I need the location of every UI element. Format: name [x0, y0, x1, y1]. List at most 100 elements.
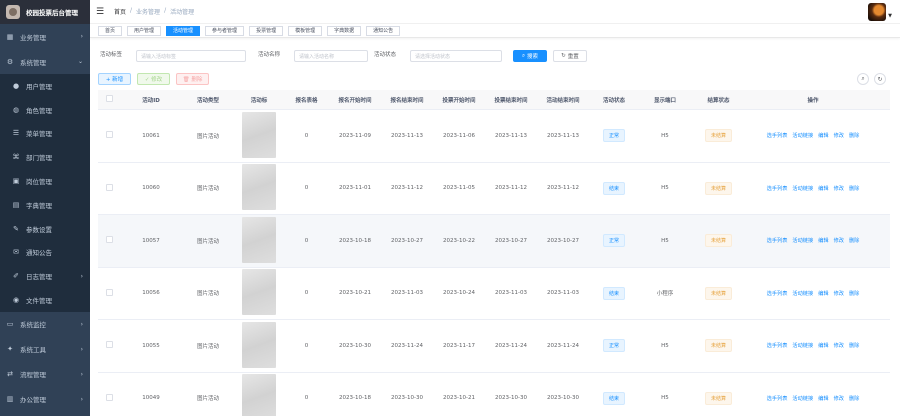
- sidebar-item[interactable]: ⇄ 流程管理 ›: [0, 362, 90, 387]
- row-checkbox[interactable]: [105, 131, 113, 139]
- row-action-link[interactable]: 选手列表: [767, 237, 788, 244]
- sidebar-item[interactable]: ⌘ 部门管理: [0, 145, 90, 170]
- row-action-link[interactable]: 活动链接: [792, 237, 813, 244]
- add-button[interactable]: + 新增: [98, 73, 131, 85]
- tag-item[interactable]: 通知公告: [366, 25, 401, 36]
- row-action-link[interactable]: 选手列表: [767, 395, 788, 402]
- activity-tag-input[interactable]: 请输入活动标签: [136, 50, 246, 62]
- row-action-link[interactable]: 删除: [849, 395, 859, 402]
- hamburger-icon[interactable]: ☰: [96, 7, 106, 17]
- table-cell[interactable]: [98, 393, 120, 403]
- table-cell: 2023-11-13: [495, 132, 527, 139]
- activity-name-input[interactable]: 请输入活动名称: [294, 50, 368, 62]
- sidebar-item-label: 参数设置: [26, 225, 52, 234]
- table-cell: 图片活动: [196, 291, 219, 298]
- tag-item[interactable]: 投票管理: [249, 25, 284, 36]
- sidebar-item[interactable]: ▦ 业务管理 ›: [0, 24, 90, 49]
- tag-item[interactable]: 首页: [98, 25, 123, 36]
- table-cell[interactable]: [98, 236, 120, 245]
- row-checkbox[interactable]: [105, 393, 113, 401]
- sidebar-item[interactable]: ▣ 岗位管理: [0, 169, 90, 193]
- table-cell: 2023-10-18: [339, 395, 371, 402]
- sidebar-item-label: 用户管理: [26, 82, 52, 91]
- row-action-link[interactable]: 修改: [834, 132, 844, 139]
- reset-button[interactable]: ↻ 重置: [553, 50, 587, 62]
- row-action-link[interactable]: 修改: [834, 185, 844, 192]
- row-actions: 选手列表 活动链接 编辑 修改 删除: [746, 185, 880, 192]
- sidebar-item[interactable]: ▥ 办公管理 ›: [0, 387, 90, 412]
- table-cell[interactable]: [98, 183, 120, 193]
- row-action-link[interactable]: 删除: [849, 132, 859, 139]
- row-action-link[interactable]: 活动链接: [792, 290, 813, 297]
- activity-thumbnail: [242, 111, 276, 158]
- sidebar-item[interactable]: ▭ 系统监控 ›: [0, 312, 90, 337]
- row-action-link[interactable]: 选手列表: [767, 132, 788, 139]
- sidebar-item[interactable]: ✐ 日志管理 ›: [0, 264, 90, 289]
- breadcrumb-home[interactable]: 首页: [114, 7, 126, 16]
- row-action-link[interactable]: 删除: [849, 342, 859, 349]
- table-cell[interactable]: [98, 288, 120, 298]
- table-cell: 结束: [589, 391, 639, 405]
- tag-item[interactable]: 字典数据: [327, 25, 362, 36]
- row-action-link[interactable]: 编辑: [818, 395, 828, 402]
- row-action-link[interactable]: 编辑: [818, 185, 828, 192]
- row-action-link[interactable]: 编辑: [818, 132, 828, 139]
- tag-item[interactable]: 参与者管理: [205, 25, 245, 36]
- edit-button[interactable]: ✓ 修改: [137, 73, 170, 85]
- search-toggle-icon[interactable]: ⌕: [857, 73, 869, 85]
- activity-status-select[interactable]: 请选择活动状态: [410, 50, 502, 62]
- sidebar-item[interactable]: ◍ 角色管理: [0, 97, 90, 122]
- chevron-icon: ›: [80, 272, 83, 280]
- delete-button[interactable]: 🗑 删除: [176, 73, 209, 85]
- sidebar-item[interactable]: ● 用户管理: [0, 74, 90, 98]
- user-avatar[interactable]: [868, 3, 886, 21]
- table-cell: 0: [304, 290, 309, 297]
- row-action-link[interactable]: 活动链接: [792, 342, 813, 349]
- sidebar-item[interactable]: ☰ 菜单管理: [0, 121, 90, 146]
- sidebar-item[interactable]: ✦ 系统工具 ›: [0, 337, 90, 362]
- tag-item[interactable]: 用户管理: [127, 25, 162, 36]
- row-checkbox[interactable]: [105, 236, 113, 244]
- sidebar-item[interactable]: ✉ 通知公告: [0, 240, 90, 265]
- table-cell: 选手列表 活动链接 编辑 修改 删除: [746, 342, 880, 349]
- row-action-link[interactable]: 编辑: [818, 290, 828, 297]
- row-checkbox[interactable]: [105, 183, 113, 191]
- row-checkbox[interactable]: [105, 341, 113, 349]
- sidebar-item-label: 字典管理: [26, 201, 52, 210]
- tag-item[interactable]: 活动管理: [166, 25, 201, 36]
- caret-down-icon[interactable]: ▼: [888, 13, 892, 19]
- monitor-icon: ▭: [6, 320, 14, 329]
- sidebar-item-label: 岗位管理: [26, 178, 52, 187]
- refresh-icon[interactable]: ↻: [874, 73, 886, 85]
- row-checkbox[interactable]: [105, 288, 113, 296]
- tag-item[interactable]: 模板管理: [288, 25, 323, 36]
- search-button[interactable]: ⌕ 搜索: [513, 50, 547, 62]
- select-all-checkbox[interactable]: [105, 95, 113, 102]
- chevron-icon: ›: [80, 320, 83, 328]
- row-action-link[interactable]: 编辑: [818, 342, 828, 349]
- sidebar-item[interactable]: ⚙ 系统管理 ⌄: [0, 49, 90, 74]
- row-action-link[interactable]: 删除: [849, 290, 859, 297]
- row-action-link[interactable]: 修改: [834, 237, 844, 244]
- row-action-link[interactable]: 修改: [834, 395, 844, 402]
- row-action-link[interactable]: 选手列表: [767, 185, 788, 192]
- sidebar-item[interactable]: ◉ 文件管理: [0, 288, 90, 312]
- table-cell: 2023-11-24: [495, 342, 527, 349]
- table-cell: 2023-11-13: [547, 132, 579, 139]
- sidebar-item[interactable]: ✎ 参数设置: [0, 216, 90, 241]
- sidebar-item[interactable]: ▤ 字典管理: [0, 192, 90, 217]
- row-action-link[interactable]: 删除: [849, 185, 859, 192]
- logo[interactable]: 校园投票后台管理: [0, 0, 90, 24]
- row-action-link[interactable]: 活动链接: [792, 395, 813, 402]
- table-cell[interactable]: [98, 341, 120, 350]
- row-action-link[interactable]: 删除: [849, 237, 859, 244]
- row-action-link[interactable]: 修改: [834, 342, 844, 349]
- row-action-link[interactable]: 编辑: [818, 237, 828, 244]
- table-cell[interactable]: [98, 131, 120, 140]
- row-action-link[interactable]: 活动链接: [792, 132, 813, 139]
- row-action-link[interactable]: 选手列表: [767, 342, 788, 349]
- select-all-cell[interactable]: [98, 95, 120, 104]
- row-action-link[interactable]: 选手列表: [767, 290, 788, 297]
- row-action-link[interactable]: 修改: [834, 290, 844, 297]
- row-action-link[interactable]: 活动链接: [792, 185, 813, 192]
